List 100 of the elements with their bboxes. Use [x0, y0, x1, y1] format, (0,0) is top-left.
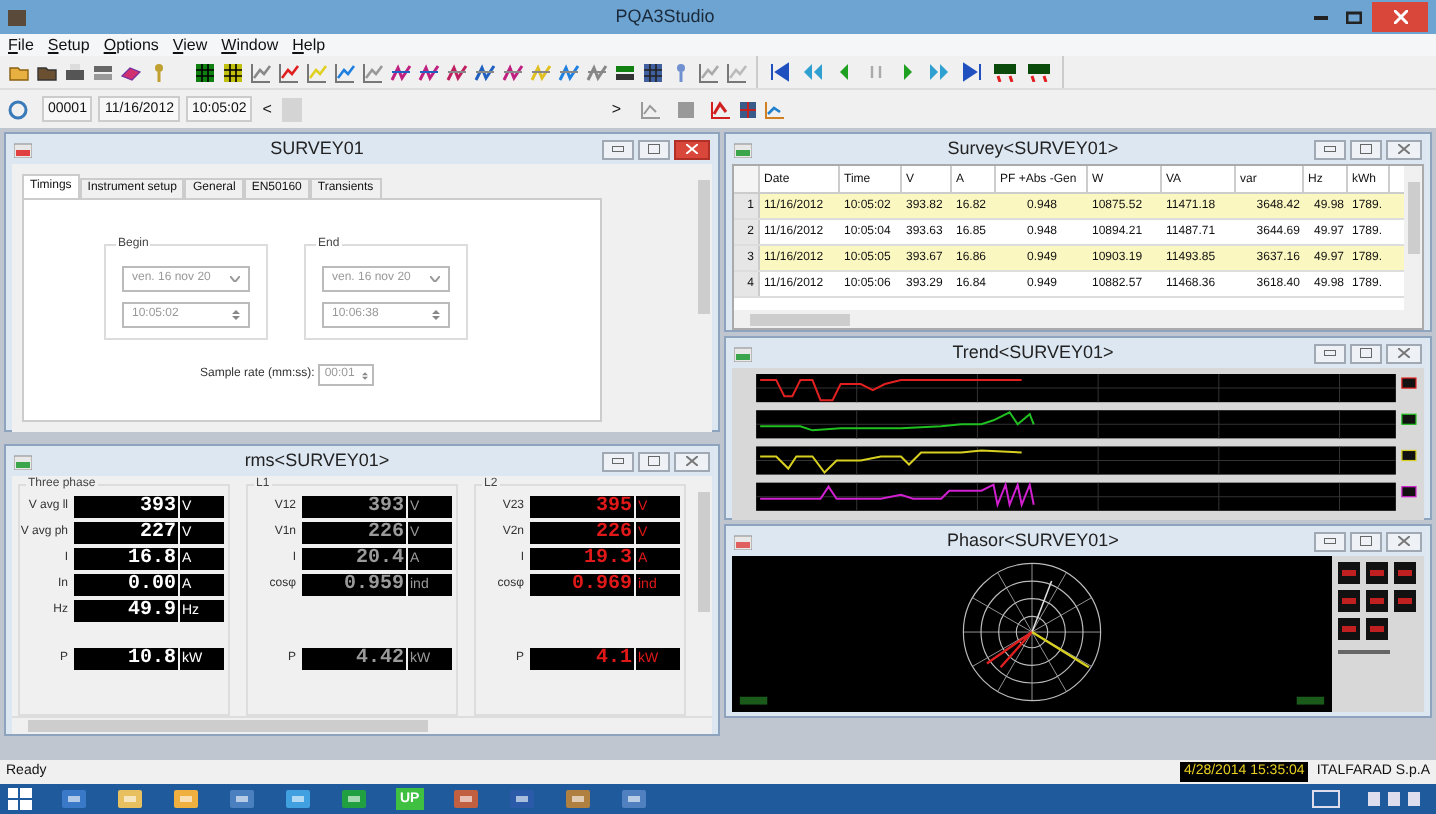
minimize-button[interactable] [1314, 139, 1346, 159]
meter-value: 226 [302, 522, 406, 544]
wave-icon[interactable] [446, 61, 468, 83]
close-button[interactable] [674, 451, 710, 471]
scroll-left-button[interactable]: < [258, 97, 276, 121]
chart-icon[interactable] [278, 61, 300, 83]
wave-icon[interactable] [502, 61, 524, 83]
meter-value: 4.1 [530, 648, 634, 670]
close-icon [1398, 348, 1410, 358]
menu-item[interactable]: File [8, 35, 34, 55]
menu-item[interactable]: Setup [47, 35, 90, 55]
menu-item[interactable]: Options [103, 35, 159, 55]
chart-icon[interactable] [306, 61, 328, 83]
window-title: Survey<SURVEY01> [945, 135, 1121, 162]
window-icon [734, 345, 752, 361]
refresh-icon[interactable] [8, 99, 28, 119]
grid-icon[interactable] [642, 61, 664, 83]
spinner-arrows-icon [232, 308, 240, 322]
close-button[interactable] [674, 139, 710, 159]
menu-item[interactable]: Window [221, 35, 279, 55]
scrollbar-thumb[interactable] [697, 180, 709, 314]
maximize-button[interactable] [638, 451, 670, 471]
maximize-icon [1360, 348, 1372, 358]
keyboard-icon[interactable] [1312, 790, 1340, 808]
horizontal-scrollbar[interactable] [12, 716, 712, 734]
minimize-button[interactable] [602, 451, 634, 471]
close-button[interactable] [1386, 139, 1422, 159]
window-title: SURVEY01 [268, 135, 366, 162]
maximize-button[interactable] [638, 139, 670, 159]
maximize-button[interactable] [1350, 531, 1382, 551]
close-button[interactable] [1372, 2, 1428, 32]
window-title: Phasor<SURVEY01> [945, 527, 1121, 554]
minimize-icon [1324, 146, 1336, 152]
close-icon [686, 144, 698, 154]
maximize-button[interactable] [1350, 139, 1382, 159]
trace-tag[interactable] [1401, 449, 1417, 462]
chart-icon[interactable] [639, 99, 662, 119]
chart-icon[interactable] [698, 61, 720, 83]
meter-icon[interactable] [1028, 62, 1050, 82]
close-icon [1393, 10, 1407, 24]
fast-forward-icon[interactable] [930, 62, 950, 82]
meter-value: 10.8 [74, 648, 178, 670]
minimize-button[interactable] [1314, 343, 1346, 363]
minimize-button[interactable] [1314, 531, 1346, 551]
meter-value: 226 [530, 522, 634, 544]
minimize-icon [612, 458, 624, 464]
trace-tag[interactable] [1401, 413, 1417, 425]
meter-icon[interactable] [994, 62, 1016, 82]
minimize-icon [1324, 538, 1336, 544]
chart-icon[interactable] [250, 61, 272, 83]
meter-value: 393 [302, 496, 406, 518]
minimize-button[interactable] [602, 139, 634, 159]
close-button[interactable] [1386, 343, 1422, 363]
meter-value: 19.3 [530, 548, 634, 570]
wave-icon[interactable] [530, 61, 552, 83]
chart-icon[interactable] [763, 99, 786, 119]
scroll-right-button[interactable]: > [607, 97, 626, 121]
scrollbar-thumb[interactable] [1407, 182, 1419, 254]
close-button[interactable] [1386, 531, 1422, 551]
vertical-scrollbar[interactable] [1404, 166, 1422, 310]
meter-value: 395 [530, 496, 634, 518]
grid-icon[interactable] [194, 61, 216, 83]
chart-icon[interactable] [362, 61, 384, 83]
trace-tag[interactable] [1401, 486, 1417, 498]
print-icon[interactable] [64, 61, 86, 83]
scrollbar-thumb[interactable] [750, 313, 850, 325]
wave-icon[interactable] [390, 61, 412, 83]
menu-item[interactable]: Help [292, 35, 326, 55]
bars-icon[interactable] [92, 61, 114, 83]
scrollbar-thumb[interactable] [697, 492, 709, 612]
minimize-icon [1313, 15, 1327, 19]
skip-forward-icon[interactable] [962, 62, 982, 82]
wave-icon[interactable] [418, 61, 440, 83]
chart-icon[interactable] [334, 61, 356, 83]
play-icon[interactable] [898, 62, 918, 82]
horizontal-scrollbar[interactable] [734, 310, 1422, 328]
maximize-icon [1360, 144, 1372, 154]
wave-icon[interactable] [558, 61, 580, 83]
wave-icon[interactable] [474, 61, 496, 83]
meter-value: 16.8 [74, 548, 178, 570]
start-icon[interactable] [8, 788, 32, 810]
app-icon [8, 9, 26, 25]
menu-item[interactable]: View [172, 35, 208, 55]
skip-back-icon[interactable] [770, 62, 790, 82]
close-icon [1398, 536, 1410, 546]
scrollbar-thumb[interactable] [28, 720, 428, 732]
grid-icon[interactable] [222, 61, 244, 83]
meter-value: 227 [74, 522, 178, 544]
rewind-icon[interactable] [802, 62, 822, 82]
spinner-arrows-icon [432, 308, 440, 322]
bars-icon[interactable] [614, 61, 636, 83]
maximize-button[interactable] [1350, 343, 1382, 363]
chart-icon[interactable] [726, 61, 748, 83]
scrollbar-thumb[interactable] [281, 97, 302, 121]
chart-icon[interactable] [709, 99, 732, 119]
meter-value: 4.42 [302, 648, 406, 670]
close-icon [686, 456, 698, 466]
stop-icon[interactable] [675, 99, 696, 119]
trace-tag[interactable] [1401, 377, 1417, 389]
grid-icon[interactable] [737, 99, 758, 119]
